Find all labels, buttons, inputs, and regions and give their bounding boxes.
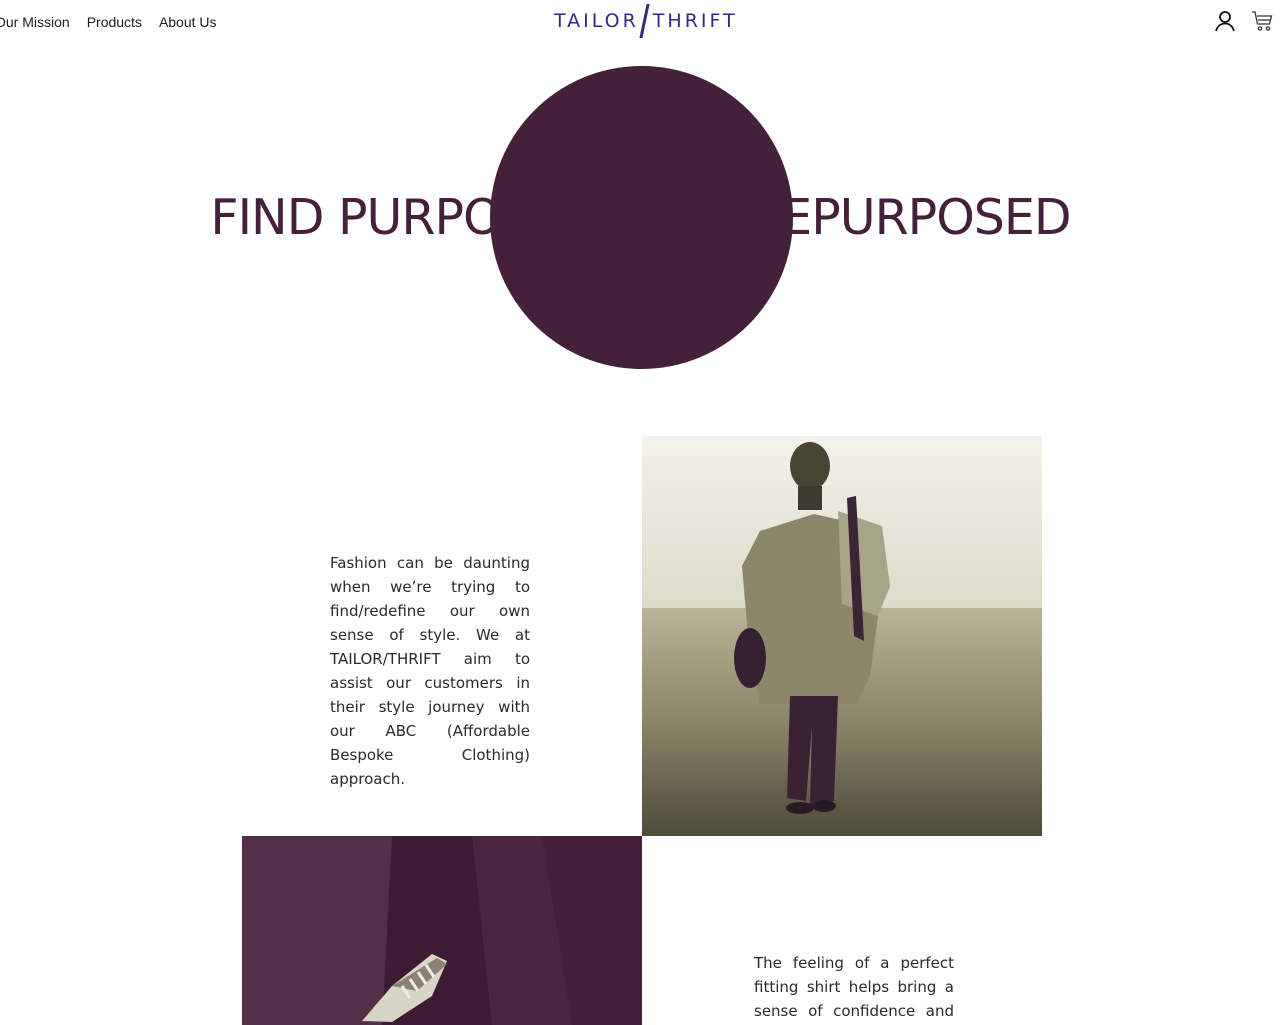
hero-title: FIND PURPOSE IN THE REPURPOSED [210,189,1071,246]
man-walking-photo [642,436,1042,836]
nav-about-us[interactable]: About Us [159,12,217,32]
logo-right-text: THRIFT [652,10,738,32]
mission-paragraph: Fashion can be daunting when we’re tryin… [330,554,530,788]
nav-products[interactable]: Products [87,12,142,32]
page: Our Mission Products About Us TAILOR THR… [0,0,1281,1025]
fit-paragraph: The feeling of a perfect fitting shirt h… [754,954,954,1020]
cart-icon[interactable] [1251,9,1275,33]
logo-left-text: TAILOR [554,10,639,32]
header-actions [1213,9,1275,33]
sneaker-photo [242,836,642,1025]
user-icon[interactable] [1213,9,1237,33]
nav-our-mission[interactable]: Our Mission [0,12,70,32]
logo-slash [639,4,650,38]
brand-logo[interactable]: TAILOR THRIFT [554,3,738,39]
main-nav: Our Mission Products About Us [0,12,217,32]
